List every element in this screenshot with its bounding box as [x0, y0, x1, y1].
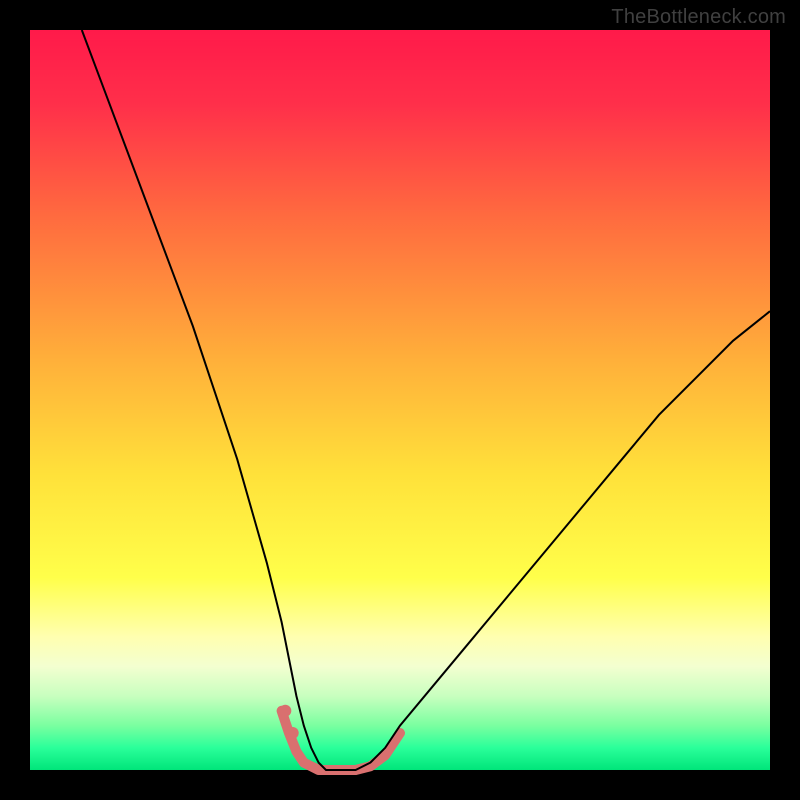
chart-stage: TheBottleneck.com [0, 0, 800, 800]
accent-dot [287, 727, 299, 739]
bottleneck-curve [82, 30, 770, 770]
accent-dot [279, 705, 291, 717]
curve-layer [0, 0, 800, 800]
accent-valley-segment [282, 711, 400, 770]
watermark-text: TheBottleneck.com [611, 6, 786, 29]
